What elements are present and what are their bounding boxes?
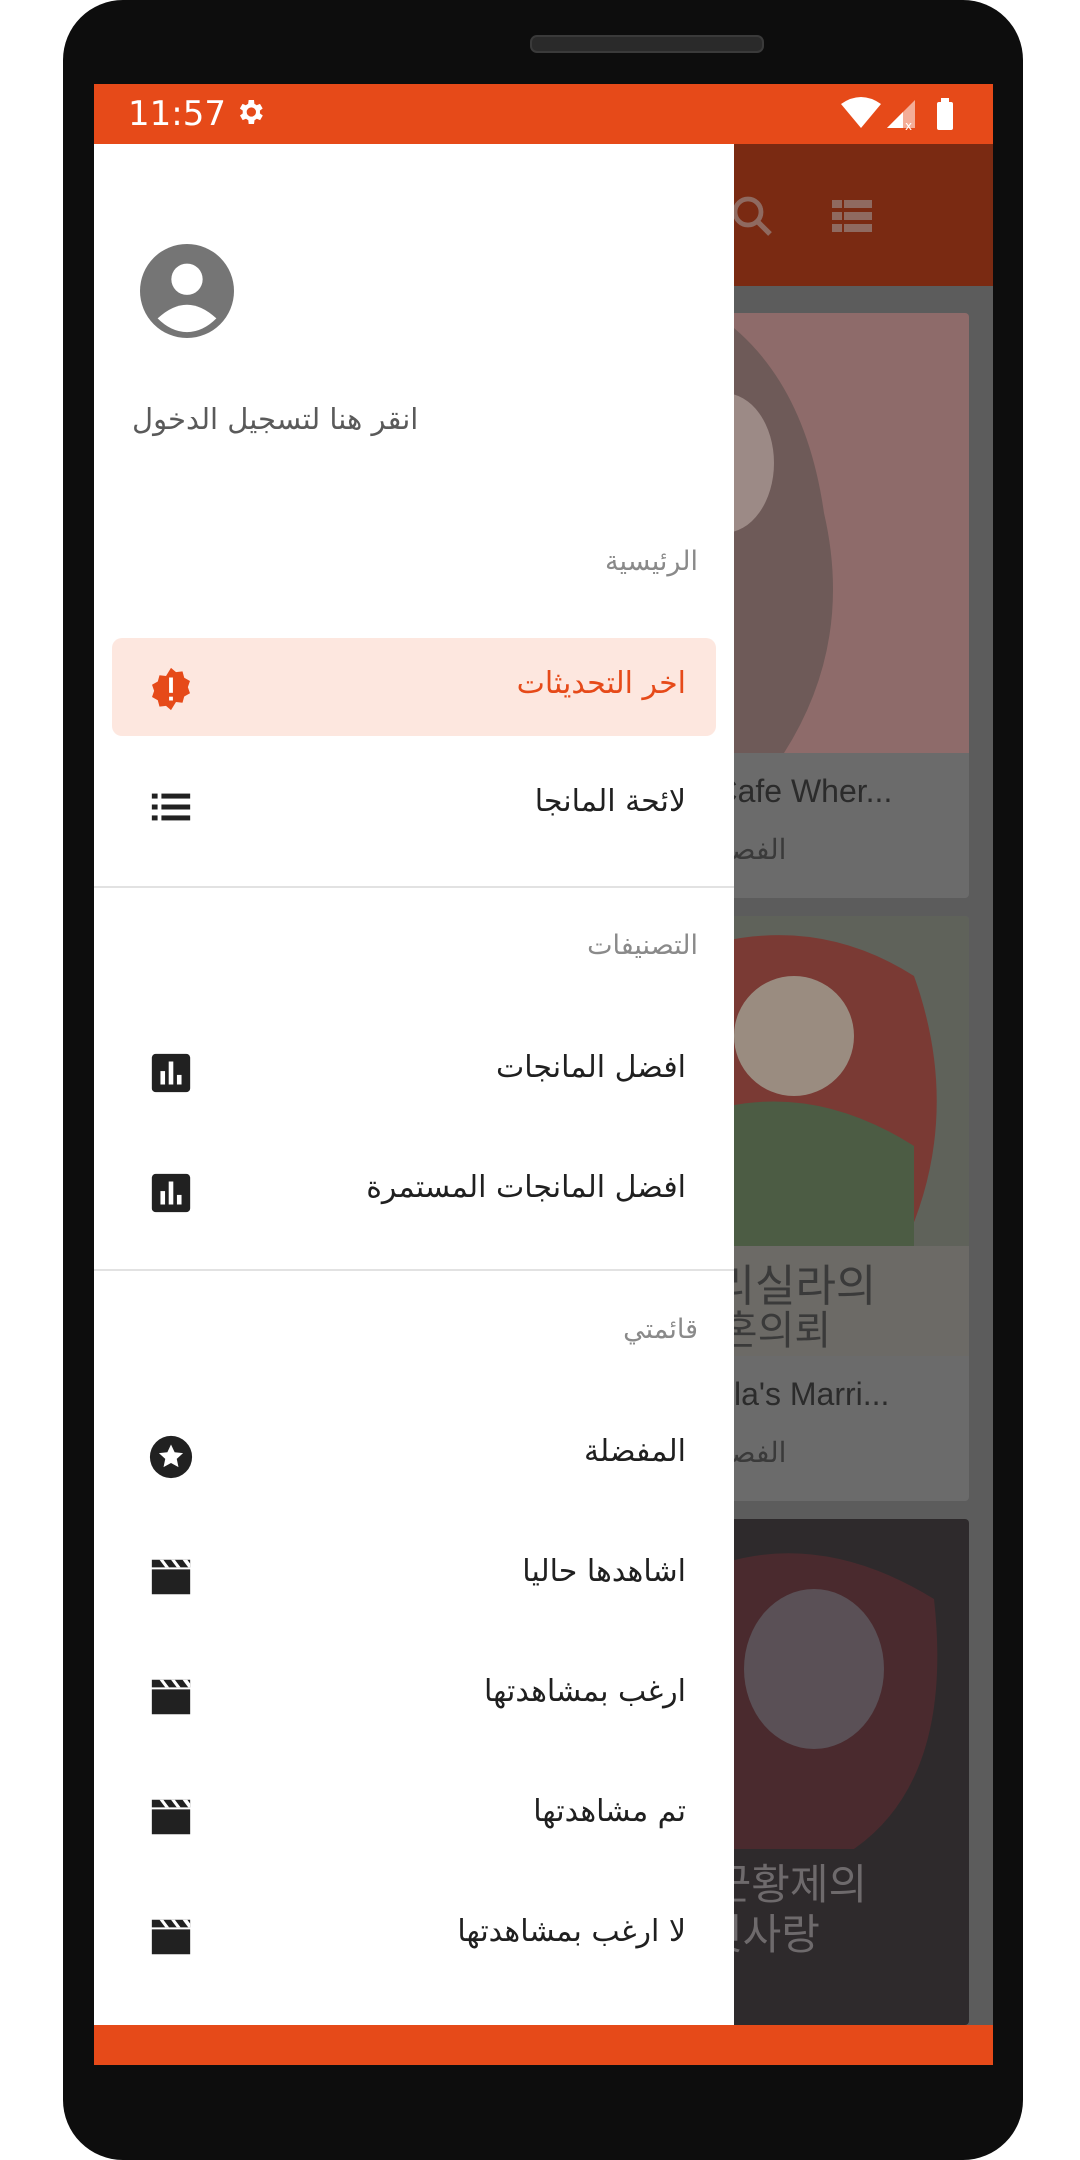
drawer-item-label: اشاهدها حاليا	[522, 1554, 686, 1589]
divider	[94, 1269, 734, 1271]
svg-text:x: x	[905, 119, 912, 132]
drawer-item-not-interested[interactable]: لا ارغب بمشاهدتها	[112, 1886, 716, 1984]
section-title-my-list: قائمتي	[623, 1314, 698, 1345]
bar-chart-icon	[151, 1173, 191, 1213]
divider	[94, 886, 734, 888]
drawer-item-manga-list[interactable]: لائحة المانجا	[112, 756, 716, 854]
system-nav-bar	[94, 2025, 993, 2065]
screen: 11:57 x he Cafe Wher... الفص 프리실라의 결혼의뢰 …	[94, 84, 993, 2065]
drawer-item-label: لائحة المانجا	[534, 784, 686, 819]
battery-icon	[937, 98, 953, 130]
drawer-item-completed[interactable]: تم مشاهدتها	[112, 1766, 716, 1864]
drawer-item-label: افضل المانجات	[495, 1050, 686, 1085]
speaker-grille	[530, 35, 764, 53]
recents-icon[interactable]	[770, 2063, 814, 2065]
list-icon	[151, 793, 191, 821]
section-title-rankings: التصنيفات	[587, 930, 698, 961]
status-bar: 11:57 x	[94, 84, 993, 144]
status-icons: x	[841, 97, 953, 132]
gear-icon	[239, 100, 263, 124]
drawer-item-watching[interactable]: اشاهدها حاليا	[112, 1526, 716, 1624]
back-icon[interactable]	[276, 2063, 320, 2065]
drawer-item-label: افضل المانجات المستمرة	[366, 1170, 686, 1205]
bar-chart-icon	[151, 1053, 191, 1093]
clapperboard-icon	[151, 1799, 191, 1835]
login-link[interactable]: انقر هنا لتسجيل الدخول	[132, 402, 692, 436]
avatar-icon[interactable]	[140, 244, 234, 338]
section-title-main: الرئيسية	[605, 546, 698, 577]
drawer-item-label: تم مشاهدتها	[533, 1794, 686, 1829]
view-list-icon[interactable]	[828, 192, 876, 240]
drawer-item-top-manga[interactable]: افضل المانجات	[112, 1022, 716, 1120]
drawer-item-label: ارغب بمشاهدتها	[484, 1674, 686, 1709]
clapperboard-icon	[151, 1679, 191, 1715]
home-icon[interactable]	[522, 2063, 566, 2065]
wifi-icon	[841, 97, 881, 128]
signal-icon: x	[887, 100, 915, 132]
drawer-item-plan-to-watch[interactable]: ارغب بمشاهدتها	[112, 1646, 716, 1744]
clapperboard-icon	[151, 1919, 191, 1955]
star-circle-icon	[149, 1435, 193, 1479]
drawer-item-label: اخر التحديثات	[516, 666, 686, 701]
drawer-item-label: المفضلة	[583, 1434, 686, 1469]
drawer-item-label: لا ارغب بمشاهدتها	[457, 1914, 686, 1949]
alert-badge-icon	[152, 667, 190, 711]
status-time: 11:57	[128, 94, 226, 134]
search-icon[interactable]	[728, 192, 776, 240]
drawer-item-latest-updates[interactable]: اخر التحديثات	[112, 638, 716, 736]
navigation-drawer: انقر هنا لتسجيل الدخول الرئيسية اخر التح…	[94, 144, 734, 2025]
clapperboard-icon	[151, 1559, 191, 1595]
drawer-item-favorites[interactable]: المفضلة	[112, 1406, 716, 1504]
drawer-item-top-ongoing[interactable]: افضل المانجات المستمرة	[112, 1142, 716, 1240]
